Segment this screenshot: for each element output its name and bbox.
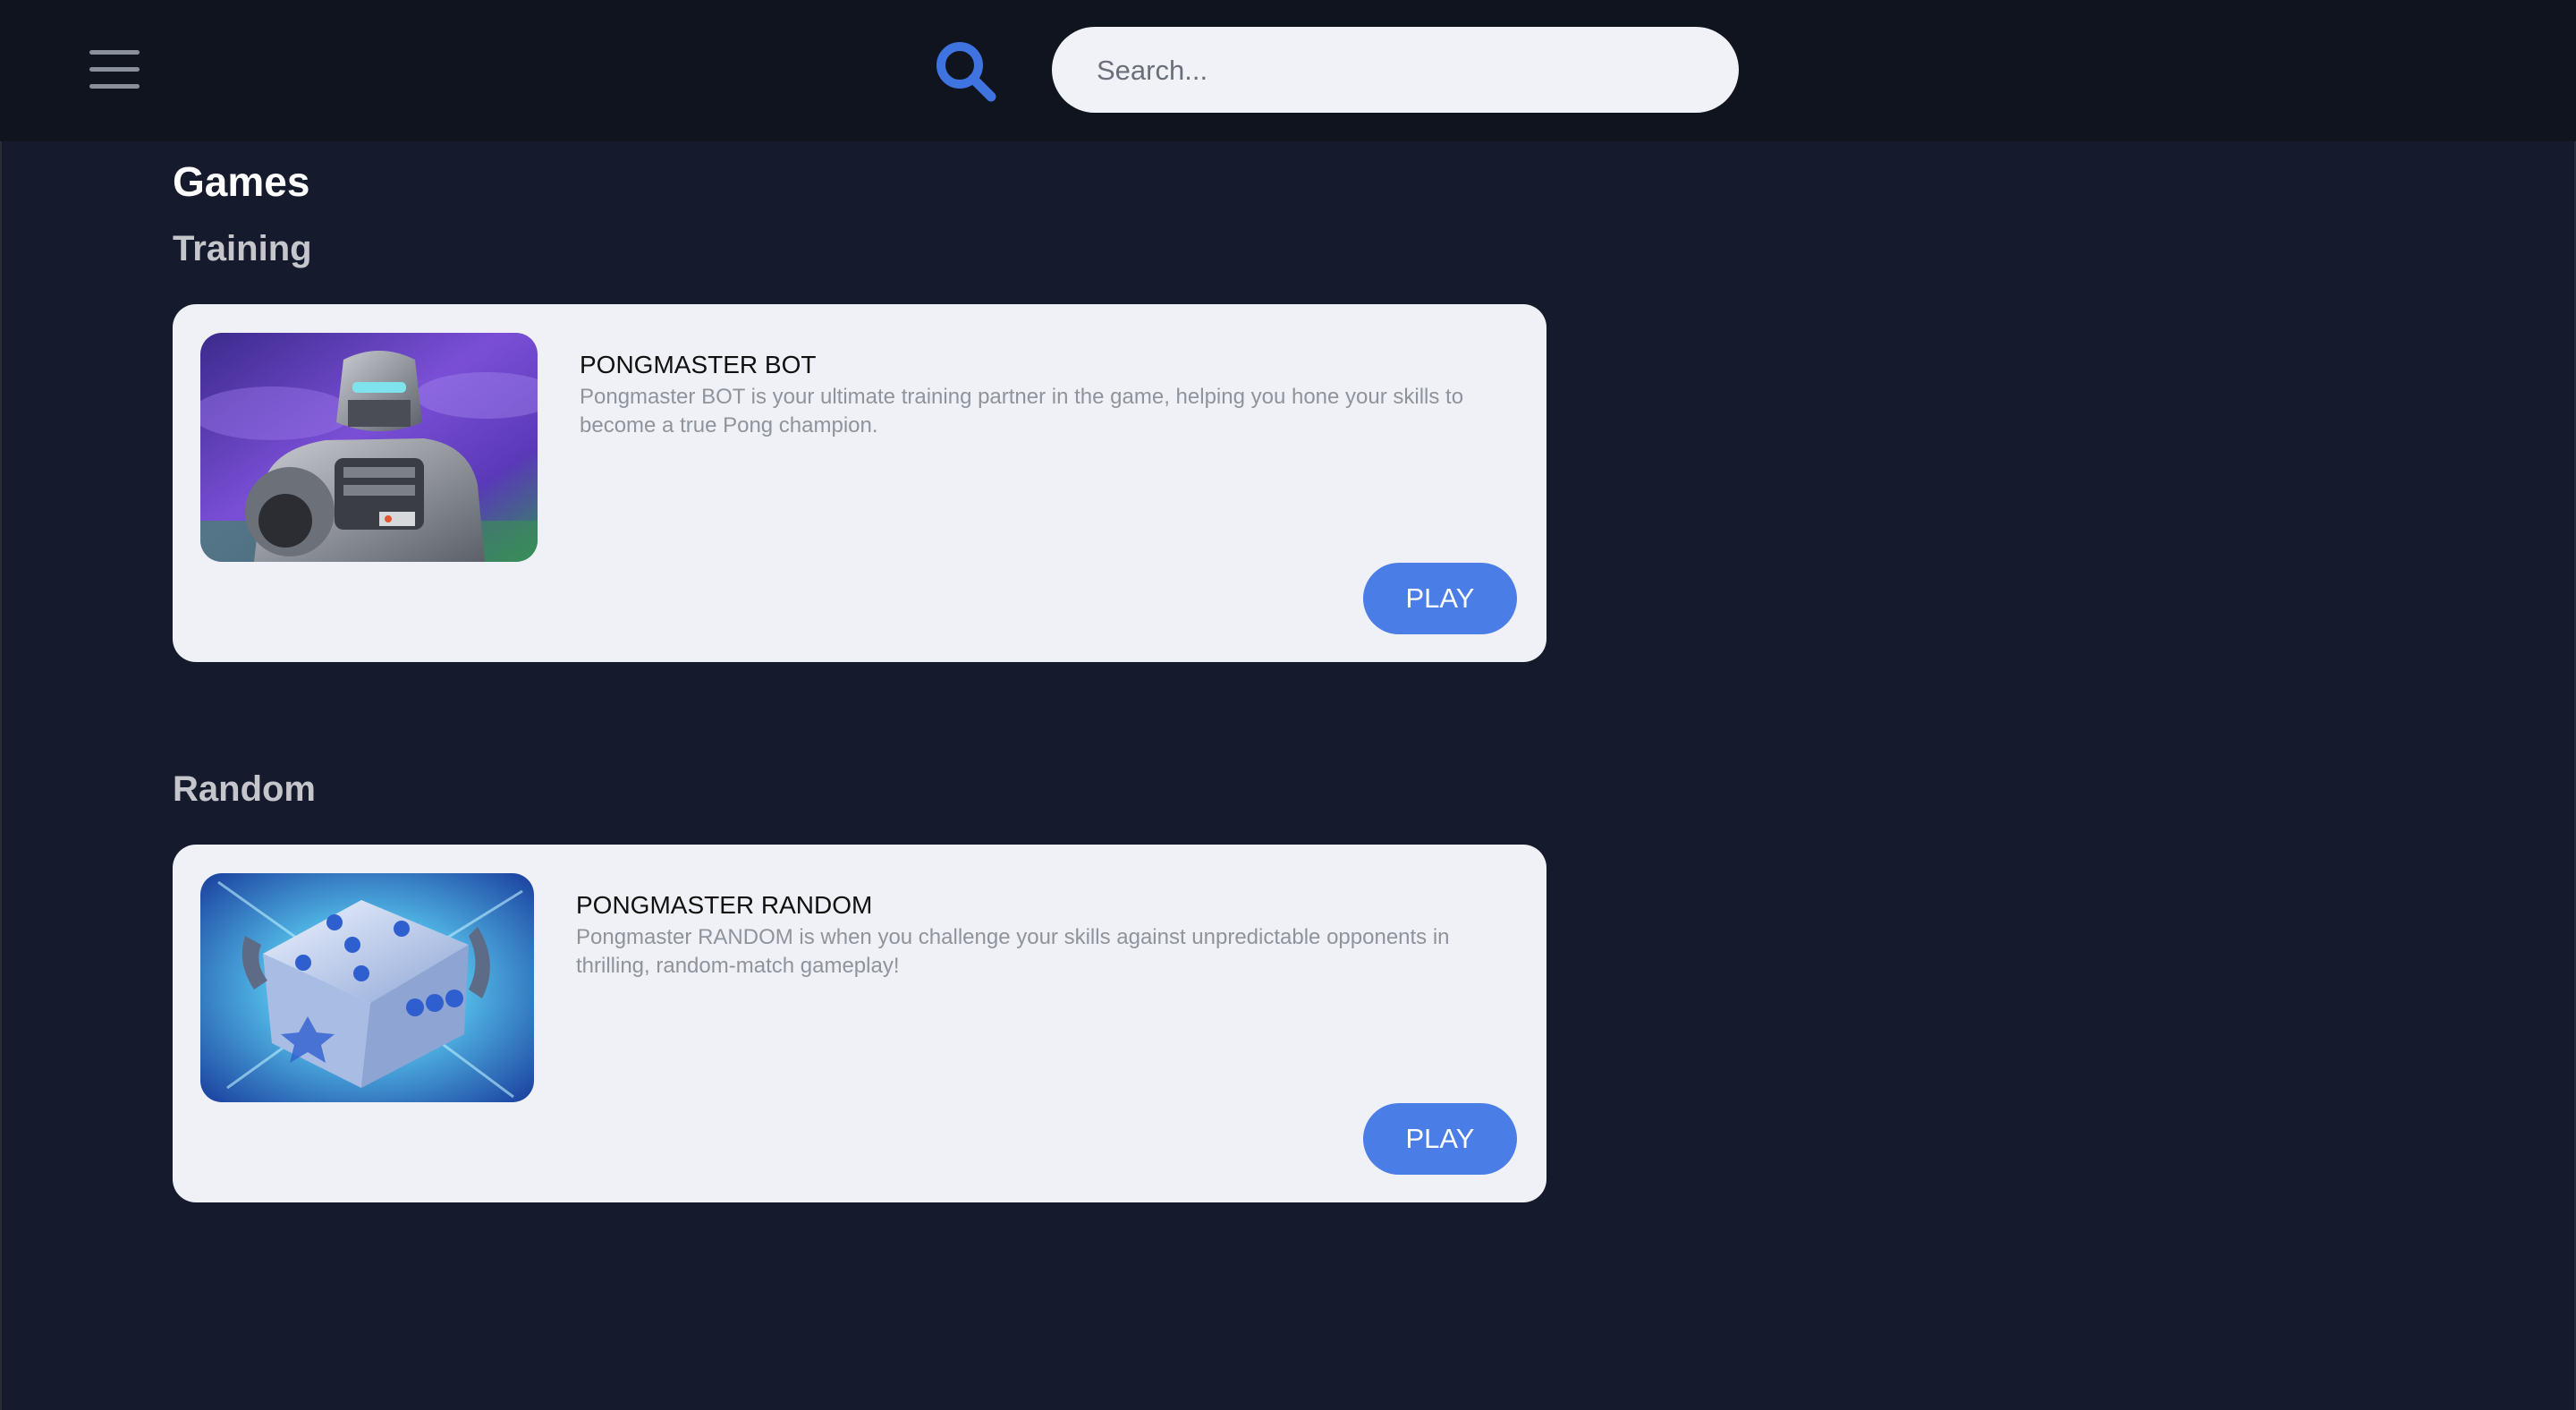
play-button[interactable]: PLAY xyxy=(1363,563,1517,634)
section-title-random: Random xyxy=(173,769,316,809)
menu-line xyxy=(89,67,140,72)
menu-line xyxy=(89,50,140,55)
hamburger-menu-icon[interactable] xyxy=(89,50,140,89)
section-title-training: Training xyxy=(173,229,312,268)
play-button[interactable]: PLAY xyxy=(1363,1103,1517,1175)
search-icon[interactable] xyxy=(934,39,998,104)
search-input[interactable] xyxy=(1095,27,1707,115)
page-title: Games xyxy=(173,158,310,205)
search-box[interactable] xyxy=(1052,27,1739,115)
game-description: Pongmaster RANDOM is when you challenge … xyxy=(576,925,1450,978)
game-name: PONGMASTER RANDOM xyxy=(576,891,873,919)
window-border-left xyxy=(0,0,2,1410)
game-name: PONGMASTER BOT xyxy=(580,351,817,378)
top-navigation-bar xyxy=(0,0,2576,141)
game-description: Pongmaster BOT is your ultimate training… xyxy=(580,385,1464,437)
robot-image xyxy=(200,333,538,562)
game-card-pongmaster-random: PONGMASTER RANDOM Pongmaster RANDOM is w… xyxy=(173,845,1546,1202)
game-card-pongmaster-bot: PONGMASTER BOT Pongmaster BOT is your ul… xyxy=(173,304,1546,662)
menu-line xyxy=(89,84,140,89)
dice-image xyxy=(200,873,534,1102)
